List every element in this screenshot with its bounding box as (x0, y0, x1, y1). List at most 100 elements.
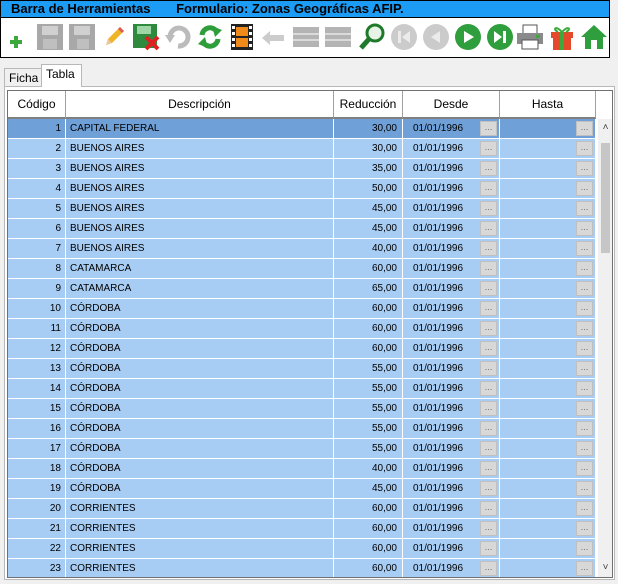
table-row[interactable]: 2 BUENOS AIRES 30,00 01/01/1996...... (8, 139, 596, 159)
search-button[interactable] (357, 22, 387, 52)
desde-picker-button[interactable]: ... (480, 481, 497, 496)
cell-reduccion[interactable]: 60,00 (334, 499, 403, 518)
column-header-codigo[interactable]: Código (8, 91, 66, 119)
home-button[interactable] (579, 22, 609, 52)
table-row[interactable]: 21 CORRIENTES 60,00 01/01/1996...... (8, 519, 596, 539)
table-row[interactable]: 18 CÓRDOBA 40,00 01/01/1996...... (8, 459, 596, 479)
hasta-picker-button[interactable]: ... (576, 401, 593, 416)
cell-hasta[interactable]: ... (500, 219, 596, 238)
desde-picker-button[interactable]: ... (480, 321, 497, 336)
hasta-picker-button[interactable]: ... (576, 521, 593, 536)
hasta-picker-button[interactable]: ... (576, 141, 593, 156)
cell-codigo[interactable]: 5 (8, 199, 66, 218)
table-row[interactable]: 14 CÓRDOBA 55,00 01/01/1996...... (8, 379, 596, 399)
cell-descripcion[interactable]: CÓRDOBA (66, 299, 334, 318)
gift-button[interactable] (547, 22, 577, 52)
cell-codigo[interactable]: 20 (8, 499, 66, 518)
hasta-picker-button[interactable]: ... (576, 541, 593, 556)
cell-hasta[interactable]: ... (500, 359, 596, 378)
desde-picker-button[interactable]: ... (480, 541, 497, 556)
cell-codigo[interactable]: 12 (8, 339, 66, 358)
cell-desde[interactable]: 01/01/1996... (403, 519, 500, 538)
desde-picker-button[interactable]: ... (480, 561, 497, 576)
desde-picker-button[interactable]: ... (480, 281, 497, 296)
cell-desde[interactable]: 01/01/1996... (403, 559, 500, 577)
cell-desde[interactable]: 01/01/1996... (403, 219, 500, 238)
hasta-picker-button[interactable]: ... (576, 341, 593, 356)
table-row[interactable]: 23 CORRIENTES 60,00 01/01/1996...... (8, 559, 596, 577)
cell-hasta[interactable]: ... (500, 339, 596, 358)
cell-codigo[interactable]: 23 (8, 559, 66, 577)
cell-desde[interactable]: 01/01/1996... (403, 339, 500, 358)
hasta-picker-button[interactable]: ... (576, 381, 593, 396)
save-as-button[interactable] (67, 22, 97, 52)
cell-reduccion[interactable]: 40,00 (334, 239, 403, 258)
cell-desde[interactable]: 01/01/1996... (403, 539, 500, 558)
cell-reduccion[interactable]: 65,00 (334, 279, 403, 298)
cell-hasta[interactable]: ... (500, 319, 596, 338)
cell-desde[interactable]: 01/01/1996... (403, 279, 500, 298)
desde-picker-button[interactable]: ... (480, 301, 497, 316)
cell-codigo[interactable]: 19 (8, 479, 66, 498)
cell-reduccion[interactable]: 55,00 (334, 439, 403, 458)
hasta-picker-button[interactable]: ... (576, 501, 593, 516)
scroll-thumb[interactable] (601, 143, 610, 253)
cell-descripcion[interactable]: BUENOS AIRES (66, 219, 334, 238)
hasta-picker-button[interactable]: ... (576, 441, 593, 456)
desde-picker-button[interactable]: ... (480, 181, 497, 196)
cell-hasta[interactable]: ... (500, 459, 596, 478)
cell-descripcion[interactable]: CÓRDOBA (66, 379, 334, 398)
grid-button-1[interactable] (291, 22, 321, 52)
cell-desde[interactable]: 01/01/1996... (403, 179, 500, 198)
table-row[interactable]: 10 CÓRDOBA 60,00 01/01/1996...... (8, 299, 596, 319)
column-header-reduccion[interactable]: Reducción (334, 91, 403, 119)
cell-hasta[interactable]: ... (500, 499, 596, 518)
hasta-picker-button[interactable]: ... (576, 241, 593, 256)
cell-desde[interactable]: 01/01/1996... (403, 119, 500, 138)
cell-hasta[interactable]: ... (500, 299, 596, 318)
refresh-button[interactable] (195, 22, 225, 52)
hasta-picker-button[interactable]: ... (576, 421, 593, 436)
cell-hasta[interactable]: ... (500, 139, 596, 158)
cell-reduccion[interactable]: 60,00 (334, 319, 403, 338)
cell-descripcion[interactable]: CORRIENTES (66, 539, 334, 558)
cell-reduccion[interactable]: 60,00 (334, 559, 403, 577)
film-button[interactable] (227, 22, 257, 52)
column-header-hasta[interactable]: Hasta (500, 91, 596, 119)
cell-descripcion[interactable]: BUENOS AIRES (66, 199, 334, 218)
cell-hasta[interactable]: ... (500, 379, 596, 398)
cell-codigo[interactable]: 2 (8, 139, 66, 158)
desde-picker-button[interactable]: ... (480, 201, 497, 216)
cell-reduccion[interactable]: 45,00 (334, 219, 403, 238)
table-row[interactable]: 5 BUENOS AIRES 45,00 01/01/1996...... (8, 199, 596, 219)
cell-codigo[interactable]: 16 (8, 419, 66, 438)
hasta-picker-button[interactable]: ... (576, 261, 593, 276)
vertical-scrollbar[interactable]: ˄ ˅ (598, 119, 612, 577)
cell-reduccion[interactable]: 55,00 (334, 399, 403, 418)
cell-hasta[interactable]: ... (500, 259, 596, 278)
cell-descripcion[interactable]: CAPITAL FEDERAL (66, 119, 334, 138)
cell-hasta[interactable]: ... (500, 419, 596, 438)
cell-descripcion[interactable]: CORRIENTES (66, 499, 334, 518)
cell-reduccion[interactable]: 55,00 (334, 379, 403, 398)
table-row[interactable]: 19 CÓRDOBA 45,00 01/01/1996...... (8, 479, 596, 499)
cell-reduccion[interactable]: 60,00 (334, 299, 403, 318)
desde-picker-button[interactable]: ... (480, 361, 497, 376)
next-record-button[interactable] (453, 22, 483, 52)
table-row[interactable]: 15 CÓRDOBA 55,00 01/01/1996...... (8, 399, 596, 419)
hasta-picker-button[interactable]: ... (576, 281, 593, 296)
hasta-picker-button[interactable]: ... (576, 201, 593, 216)
cell-reduccion[interactable]: 60,00 (334, 259, 403, 278)
desde-picker-button[interactable]: ... (480, 241, 497, 256)
last-record-button[interactable] (485, 22, 515, 52)
cell-hasta[interactable]: ... (500, 479, 596, 498)
cell-hasta[interactable]: ... (500, 559, 596, 577)
desde-picker-button[interactable]: ... (480, 341, 497, 356)
undo-button[interactable] (163, 22, 193, 52)
table-row[interactable]: 6 BUENOS AIRES 45,00 01/01/1996...... (8, 219, 596, 239)
cell-hasta[interactable]: ... (500, 119, 596, 138)
cell-codigo[interactable]: 18 (8, 459, 66, 478)
cell-desde[interactable]: 01/01/1996... (403, 439, 500, 458)
cell-descripcion[interactable]: BUENOS AIRES (66, 159, 334, 178)
cell-reduccion[interactable]: 60,00 (334, 339, 403, 358)
